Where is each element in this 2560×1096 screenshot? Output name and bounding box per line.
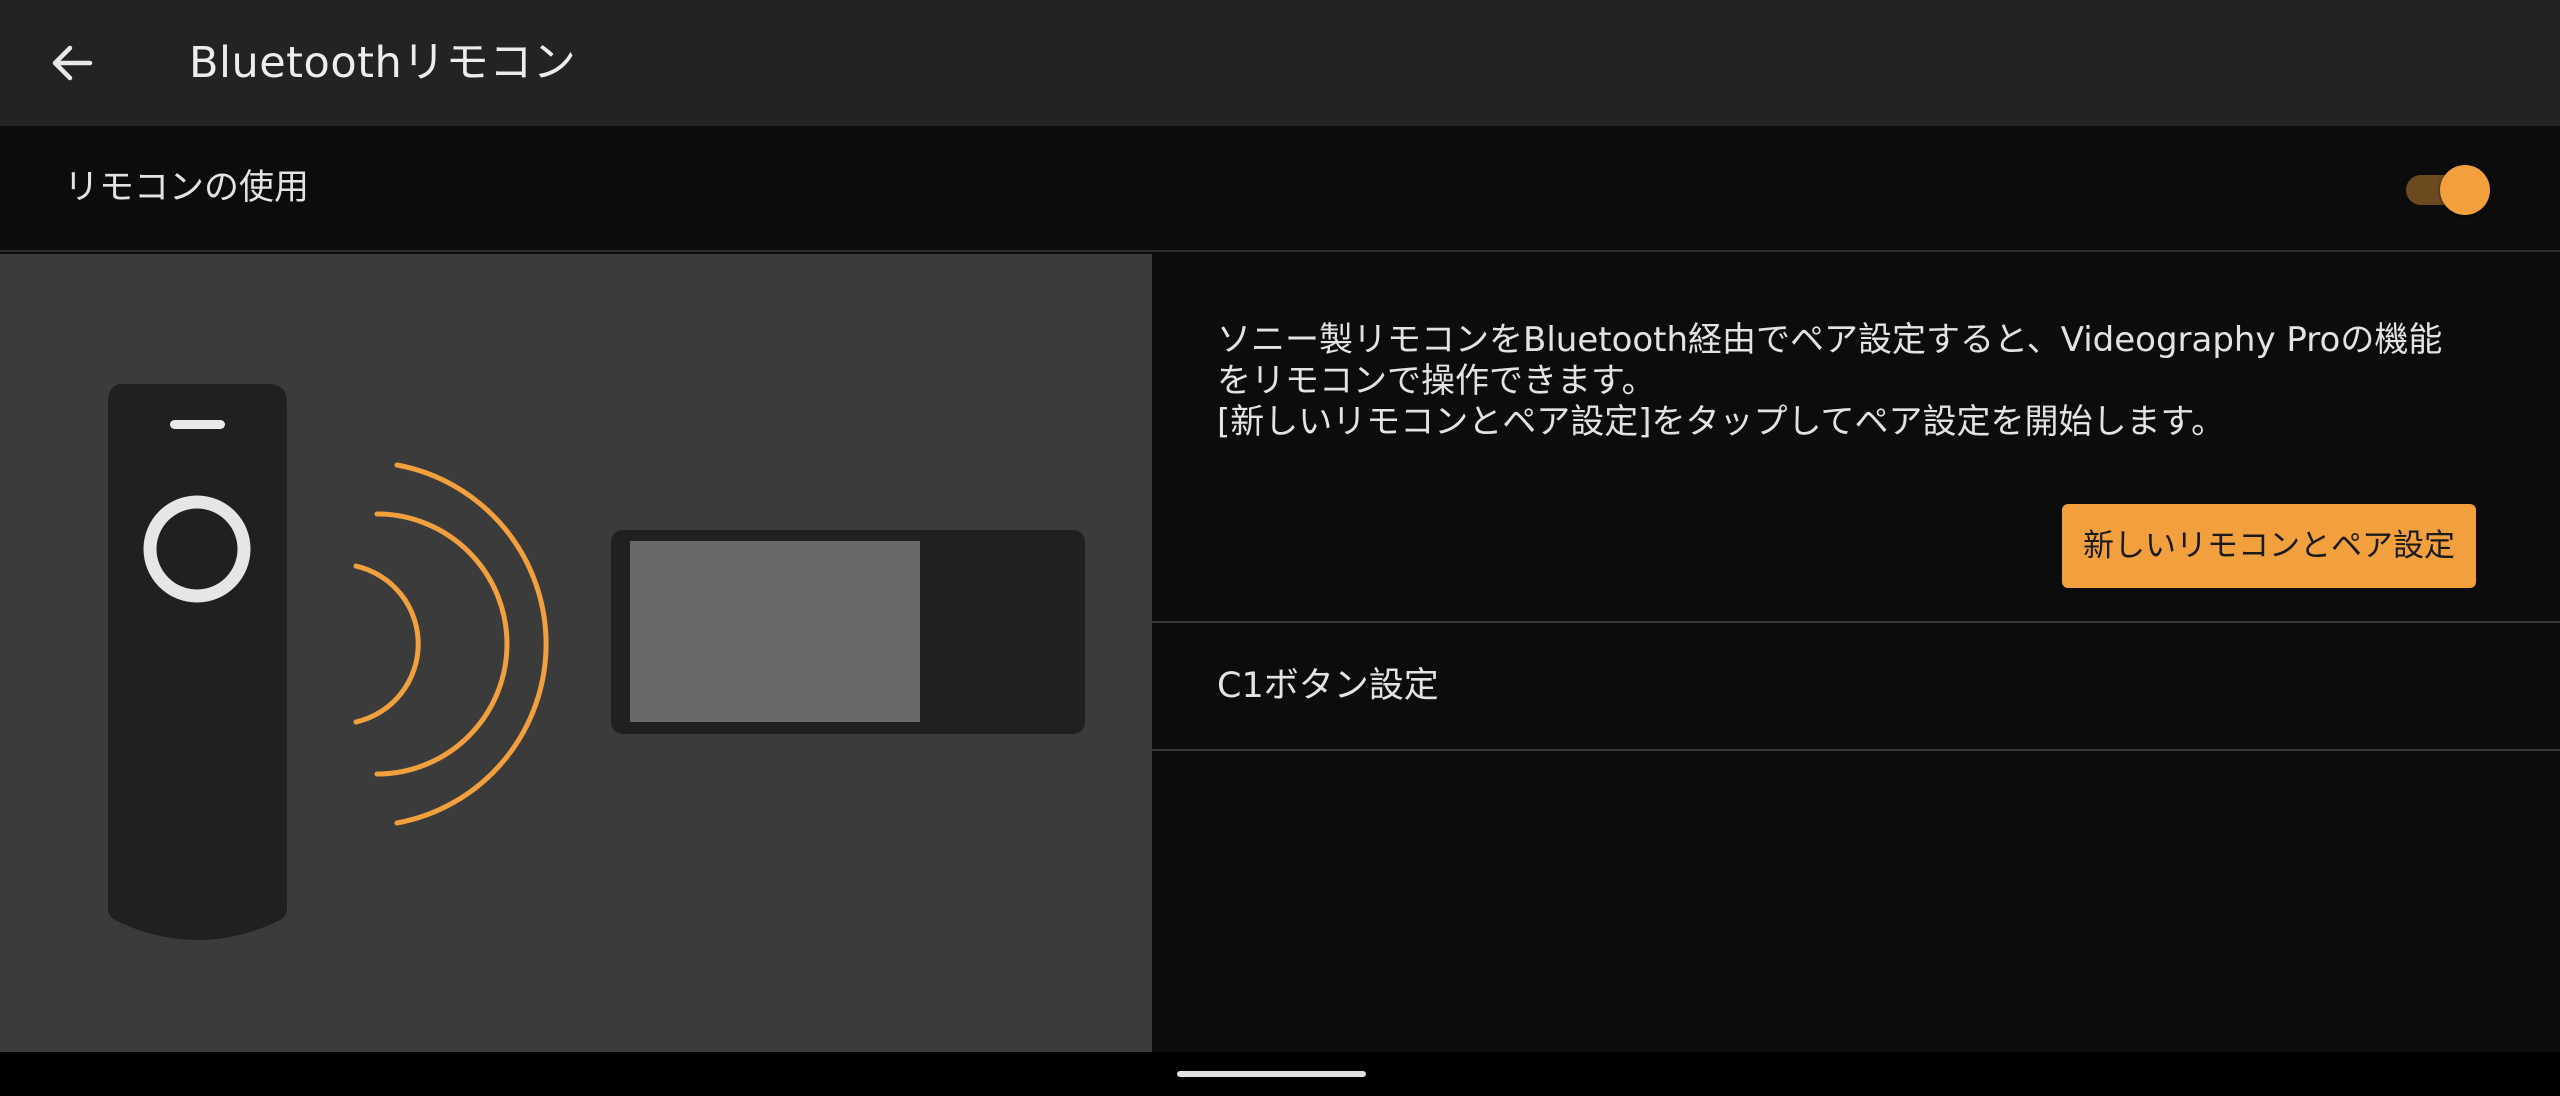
- switch-thumb: [2440, 165, 2490, 215]
- app-root: Bluetoothリモコン リモコンの使用 ソニー製リモコンをBluetooth…: [0, 0, 2560, 1096]
- system-nav-bar: [0, 1052, 2560, 1096]
- description-line-2: をリモコンで操作できます。: [1217, 361, 1656, 401]
- remote-illustration: [0, 254, 1152, 1052]
- home-gesture-handle[interactable]: [1177, 1071, 1366, 1077]
- illustration-svg: [108, 384, 1085, 940]
- phone-icon: [611, 530, 1085, 734]
- pair-new-remote-button[interactable]: 新しいリモコンとペア設定: [2062, 504, 2476, 588]
- remote-control-icon: [108, 384, 287, 940]
- description-line-1: ソニー製リモコンをBluetooth経由でペア設定すると、Videography…: [1217, 320, 2443, 360]
- use-remote-row[interactable]: リモコンの使用: [0, 126, 2560, 252]
- use-remote-label: リモコンの使用: [64, 168, 310, 208]
- description-line-3: [新しいリモコンとペア設定]をタップしてペア設定を開始します。: [1217, 402, 2226, 442]
- use-remote-switch[interactable]: [2402, 164, 2490, 215]
- back-button[interactable]: [36, 29, 108, 97]
- c1-button-settings-row[interactable]: C1ボタン設定: [1152, 623, 2560, 749]
- arrow-left-icon: [52, 45, 93, 81]
- pairing-description: ソニー製リモコンをBluetooth経由でペア設定すると、Videography…: [1217, 320, 2517, 443]
- app-bar: Bluetoothリモコン: [0, 0, 2560, 126]
- page-title: Bluetoothリモコン: [189, 38, 577, 88]
- c1-button-settings-label: C1ボタン設定: [1217, 666, 1439, 706]
- settings-pane: ソニー製リモコンをBluetooth経由でペア設定すると、Videography…: [1152, 254, 2560, 1052]
- signal-waves-icon: [353, 462, 549, 826]
- divider: [1152, 749, 2560, 751]
